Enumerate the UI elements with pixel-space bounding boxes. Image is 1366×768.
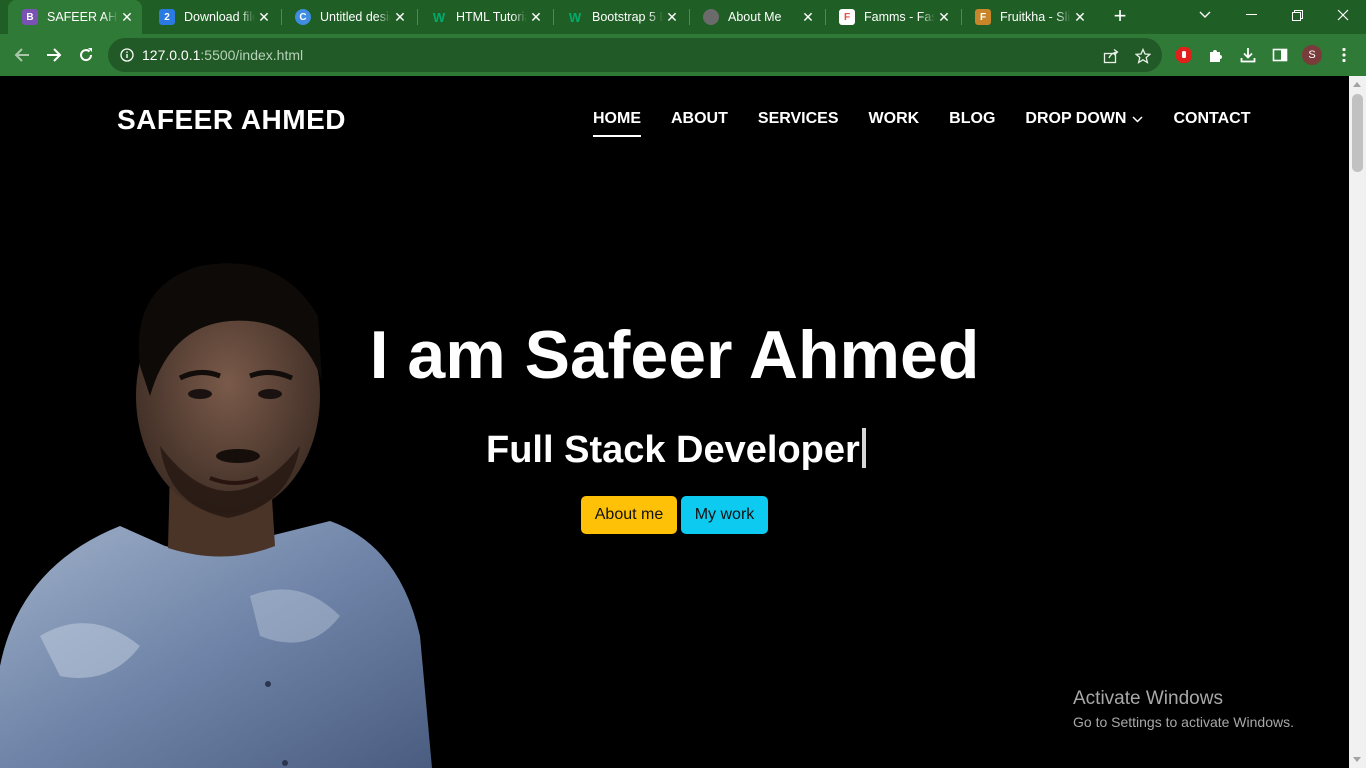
close-icon[interactable]: ✕ bbox=[1071, 9, 1089, 26]
famms-favicon-icon: F bbox=[839, 9, 855, 25]
nav-about[interactable]: ABOUT bbox=[671, 110, 728, 128]
hero-subtitle: Full Stack Developer bbox=[486, 428, 866, 472]
arrow-left-icon bbox=[14, 48, 29, 62]
tab-untitled-design[interactable]: C Untitled design ✕ bbox=[281, 0, 415, 34]
chevron-down-icon bbox=[1199, 11, 1211, 18]
tab-title: Download file bbox=[184, 10, 255, 24]
adblock-extension-icon[interactable] bbox=[1174, 45, 1194, 65]
back-button[interactable] bbox=[10, 43, 34, 67]
site-brand[interactable]: SAFEER AHMED bbox=[117, 104, 346, 136]
scroll-down-arrow-icon[interactable] bbox=[1353, 757, 1361, 762]
arrow-right-icon bbox=[47, 48, 62, 62]
profile-photo bbox=[0, 263, 432, 768]
w3schools-favicon-icon: W bbox=[568, 9, 582, 25]
minimize-icon bbox=[1245, 14, 1257, 15]
fruitkha-favicon-icon: F bbox=[975, 9, 991, 25]
download-icon[interactable] bbox=[1238, 45, 1258, 65]
tab-download-file[interactable]: 2 Download file ✕ bbox=[145, 0, 279, 34]
watermark-subtitle: Go to Settings to activate Windows. bbox=[1073, 714, 1294, 730]
tab-search-button[interactable] bbox=[1182, 0, 1228, 30]
vertical-scrollbar[interactable] bbox=[1349, 76, 1366, 768]
tab-strip: B SAFEER AHMED ✕ 2 Download file ✕ C Unt… bbox=[0, 0, 1366, 34]
tab-fruitkha[interactable]: F Fruitkha - Slid ✕ bbox=[961, 0, 1095, 34]
w3schools-favicon-icon: W bbox=[432, 9, 446, 25]
page-viewport: SAFEER AHMED HOME ABOUT SERVICES WORK BL… bbox=[0, 76, 1349, 768]
windows-activation-watermark: Activate Windows Go to Settings to activ… bbox=[1073, 688, 1294, 730]
tab-title: Untitled design bbox=[320, 10, 391, 24]
hero-title: I am Safeer Ahmed bbox=[369, 317, 980, 393]
close-icon[interactable]: ✕ bbox=[255, 9, 273, 26]
nav-work[interactable]: WORK bbox=[869, 110, 920, 128]
extensions-puzzle-icon[interactable] bbox=[1206, 45, 1226, 65]
share-icon[interactable] bbox=[1102, 47, 1120, 65]
close-icon[interactable]: ✕ bbox=[527, 9, 545, 26]
bootstrap-favicon-icon: B bbox=[22, 9, 38, 25]
nav-dropdown-label: DROP DOWN bbox=[1025, 110, 1127, 127]
watermark-title: Activate Windows bbox=[1073, 688, 1223, 709]
close-icon[interactable]: ✕ bbox=[663, 9, 681, 26]
tab-safeer-ahmed[interactable]: B SAFEER AHMED ✕ bbox=[8, 0, 142, 34]
forward-button[interactable] bbox=[42, 43, 66, 67]
nav-blog[interactable]: BLOG bbox=[949, 110, 995, 128]
close-icon[interactable]: ✕ bbox=[935, 9, 953, 26]
chevron-down-icon bbox=[1132, 115, 1143, 123]
about-me-button[interactable]: About me bbox=[581, 496, 677, 534]
tab-bootstrap-5[interactable]: W Bootstrap 5 B ✕ bbox=[553, 0, 687, 34]
typing-cursor bbox=[861, 428, 866, 468]
scrollbar-thumb[interactable] bbox=[1352, 94, 1363, 172]
nav-contact[interactable]: CONTACT bbox=[1173, 110, 1250, 128]
tab-about-me[interactable]: About Me ✕ bbox=[689, 0, 823, 34]
close-icon[interactable]: ✕ bbox=[391, 9, 409, 26]
tab-title: Famms - Fash bbox=[864, 10, 935, 24]
tab-title: HTML Tutorial bbox=[456, 10, 527, 24]
my-work-button[interactable]: My work bbox=[681, 496, 768, 534]
reload-icon bbox=[80, 48, 93, 62]
restore-icon bbox=[1291, 9, 1303, 21]
url-path: :5500/index.html bbox=[200, 47, 304, 63]
info-icon[interactable] bbox=[120, 48, 134, 62]
tab-html-tutorial[interactable]: W HTML Tutorial ✕ bbox=[417, 0, 551, 34]
tab-title: SAFEER AHMED bbox=[47, 10, 118, 24]
close-icon[interactable]: ✕ bbox=[118, 9, 136, 26]
close-window-button[interactable] bbox=[1320, 0, 1366, 30]
scroll-up-arrow-icon[interactable] bbox=[1353, 82, 1361, 87]
nav-dropdown[interactable]: DROP DOWN bbox=[1025, 110, 1143, 128]
nav-home[interactable]: HOME bbox=[593, 110, 641, 137]
profile-avatar[interactable]: S bbox=[1302, 45, 1322, 65]
reload-button[interactable] bbox=[74, 43, 98, 67]
bookmark-star-icon[interactable] bbox=[1134, 47, 1152, 65]
new-tab-button[interactable]: + bbox=[1108, 5, 1132, 29]
nav-services[interactable]: SERVICES bbox=[758, 110, 839, 128]
restore-button[interactable] bbox=[1274, 0, 1320, 30]
tab-title: About Me bbox=[728, 10, 782, 24]
download-favicon-icon: 2 bbox=[159, 9, 175, 25]
side-panel-icon[interactable] bbox=[1270, 45, 1290, 65]
tab-title: Bootstrap 5 B bbox=[592, 10, 663, 24]
browser-toolbar: 127.0.0.1:5500/index.html S bbox=[0, 34, 1366, 76]
hero-subtitle-text: Full Stack Developer bbox=[486, 429, 860, 471]
canva-favicon-icon: C bbox=[295, 9, 311, 25]
main-nav: HOME ABOUT SERVICES WORK BLOG DROP DOWN … bbox=[593, 110, 1280, 137]
minimize-button[interactable] bbox=[1228, 0, 1274, 30]
close-icon bbox=[1337, 9, 1349, 21]
tab-title: Fruitkha - Slid bbox=[1000, 10, 1071, 24]
address-bar[interactable]: 127.0.0.1:5500/index.html bbox=[108, 38, 1162, 72]
tab-famms[interactable]: F Famms - Fash ✕ bbox=[825, 0, 959, 34]
globe-icon bbox=[703, 9, 719, 25]
url-text: 127.0.0.1:5500/index.html bbox=[142, 47, 303, 63]
menu-kebab-icon[interactable] bbox=[1334, 45, 1354, 65]
url-host: 127.0.0.1 bbox=[142, 47, 201, 63]
close-icon[interactable]: ✕ bbox=[799, 9, 817, 26]
